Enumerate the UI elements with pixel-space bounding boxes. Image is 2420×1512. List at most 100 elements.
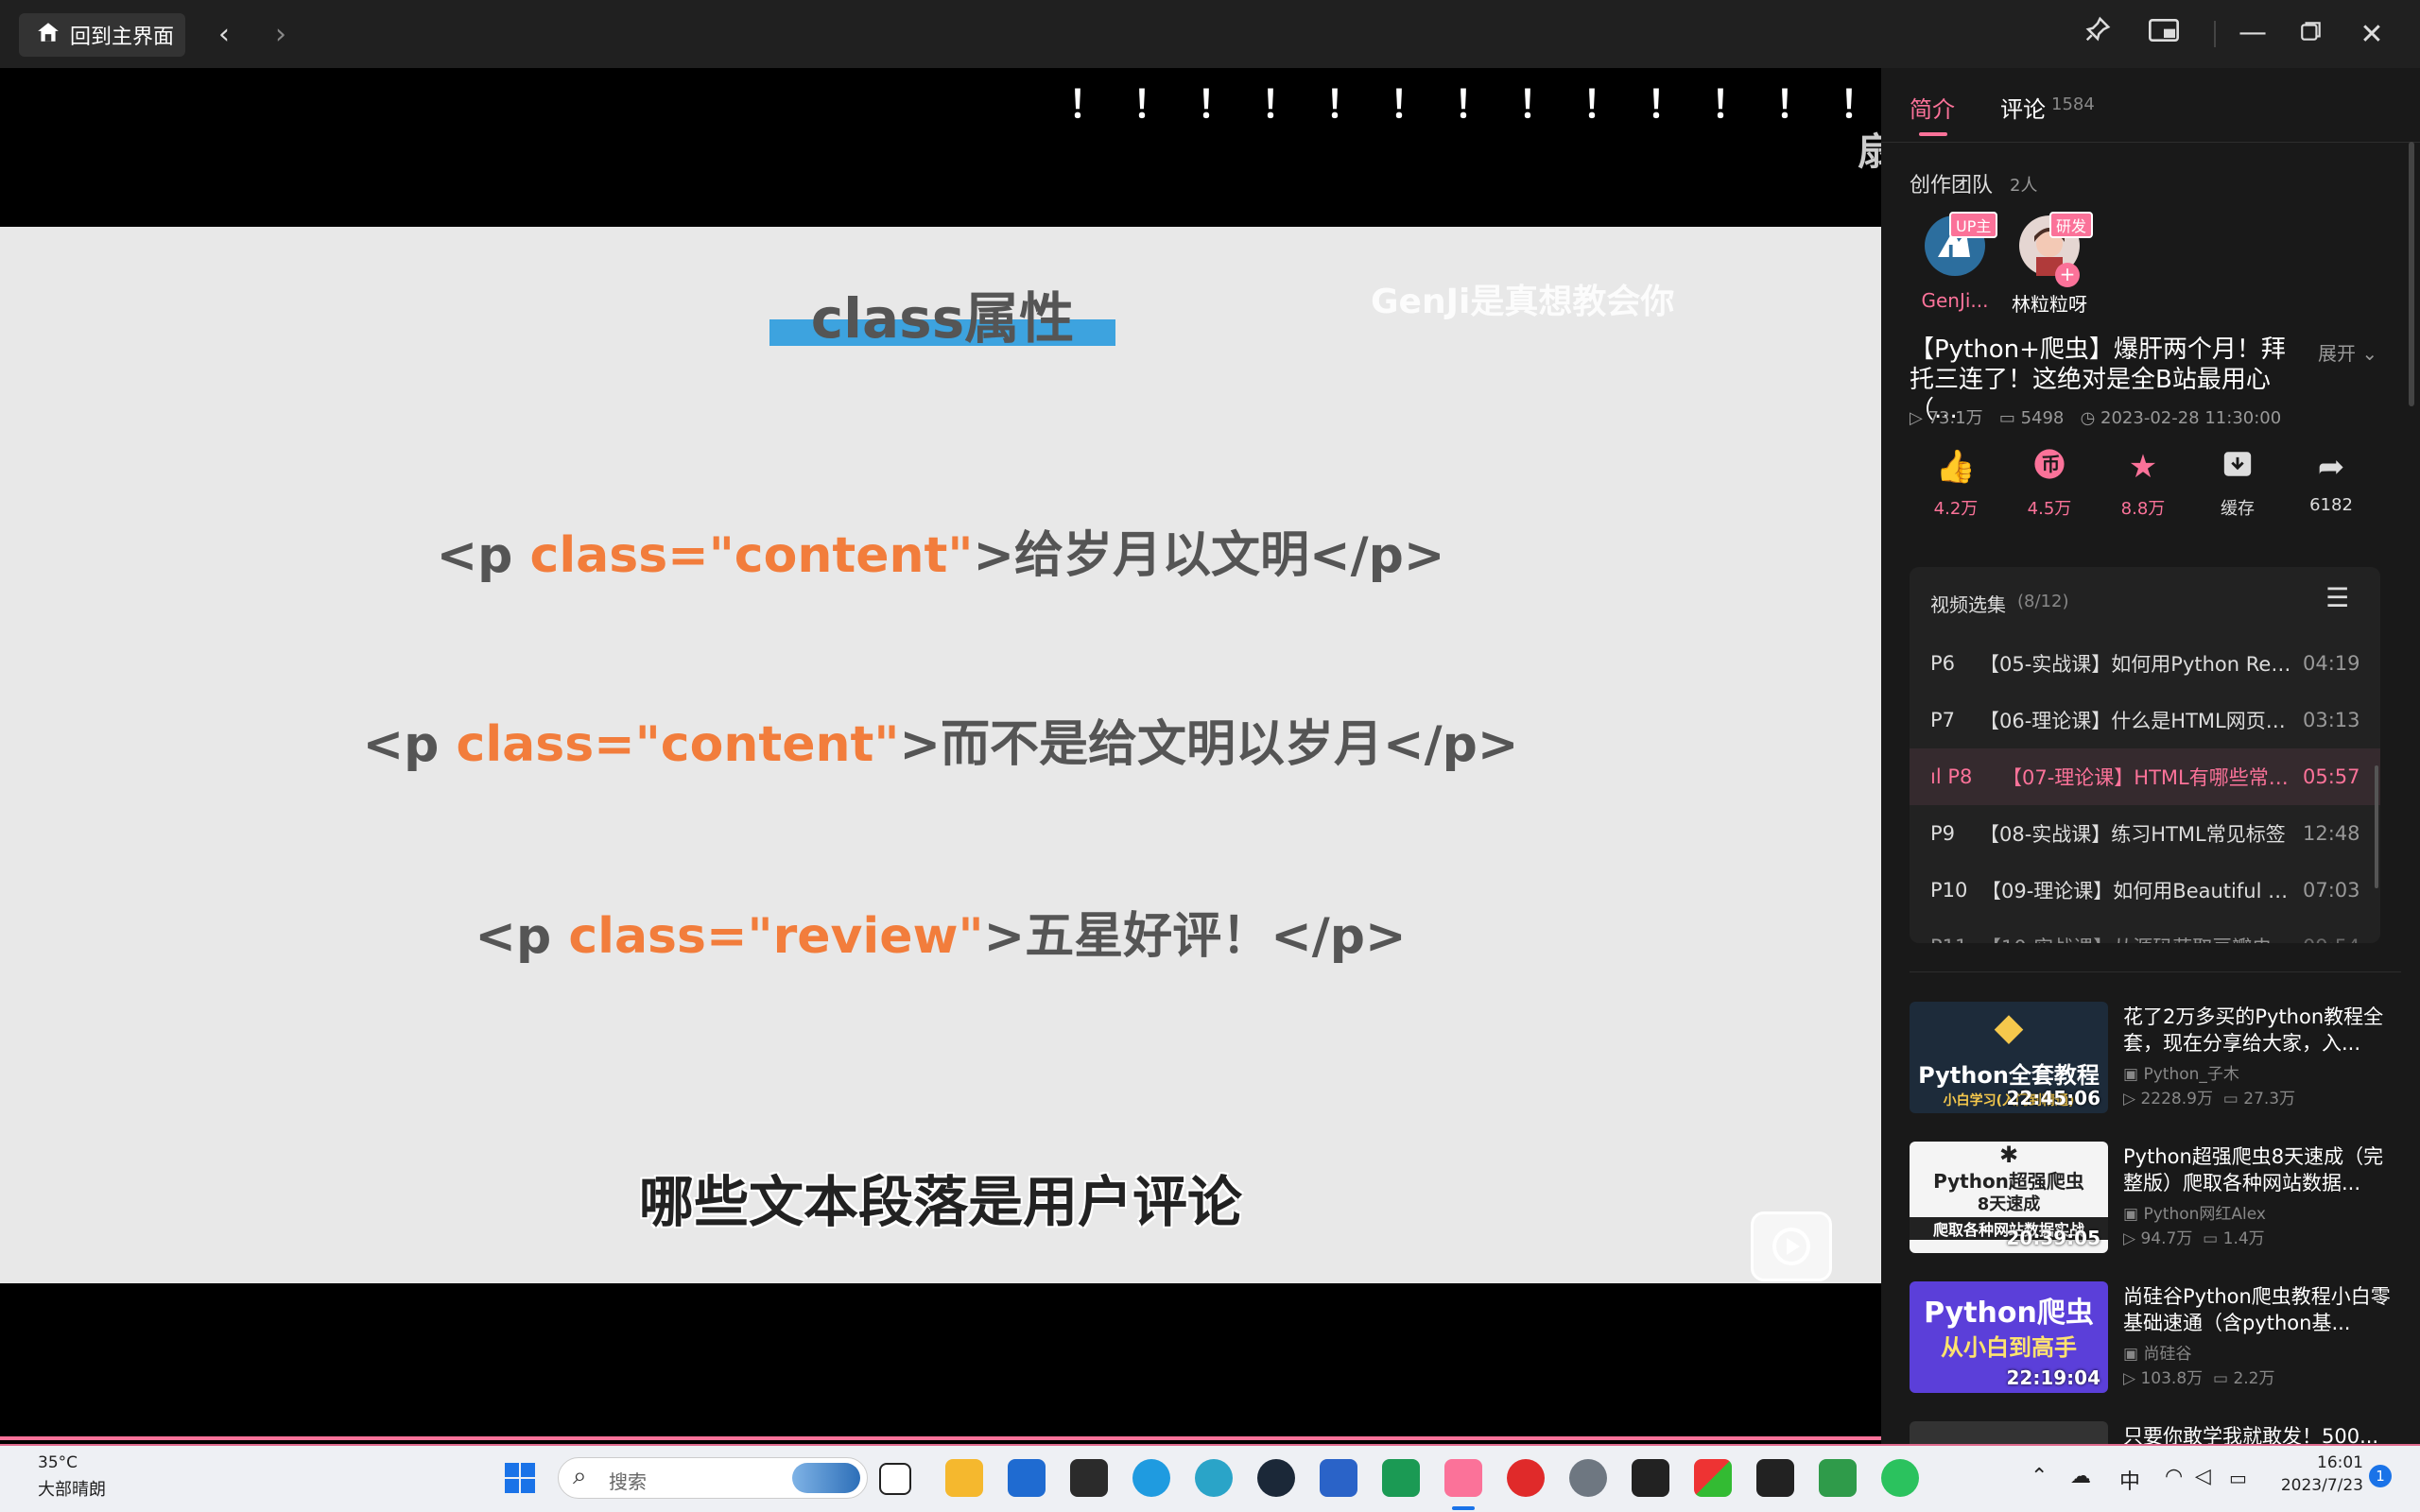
settings-icon[interactable]: [1569, 1459, 1607, 1497]
edge-dev-icon[interactable]: [1195, 1459, 1233, 1497]
video-duration: 22:45:06: [2006, 1087, 2101, 1109]
expand-button[interactable]: 展开 ⌄: [2318, 338, 2377, 366]
wechat-icon[interactable]: [1881, 1459, 1919, 1497]
python-logo-icon: ◆: [1994, 1005, 2024, 1049]
home-button[interactable]: 回到主界面: [19, 13, 185, 57]
tab-active-indicator: [1919, 132, 1947, 136]
list-item[interactable]: P9 【08-实战课】练习HTML常见标签 12:48: [1910, 805, 2380, 862]
playlist: 视频选集 (8/12) ☰ P6 【05-实战课】如何用Python Requ.…: [1910, 567, 2380, 943]
list-icon[interactable]: ☰: [2325, 582, 2349, 613]
video-thumbnail[interactable]: [1910, 1421, 2108, 1444]
video-title[interactable]: 只要你敢学我就敢发！500...: [2123, 1421, 2378, 1444]
video-progress-bar[interactable]: [0, 1436, 1881, 1440]
code-attribute: class="review": [568, 908, 984, 965]
share-button[interactable]: ➦ 6182: [2289, 448, 2374, 515]
thumb-title: Python超强爬虫: [1933, 1170, 2084, 1193]
video-stats: ▷ 2228.9万 ▭ 27.3万: [2123, 1090, 2296, 1108]
ime-indicator[interactable]: 中: [2119, 1465, 2140, 1495]
list-item-active[interactable]: ıl P8 【07-理论课】HTML有哪些常见... 05:57: [1910, 748, 2380, 805]
play-count-icon: ▷: [1910, 408, 1923, 428]
episode-code: P10: [1930, 879, 1968, 902]
play-icon[interactable]: [1751, 1211, 1832, 1281]
danmaku-icon: ▭: [2222, 1090, 2238, 1108]
chevron-down-icon: ⌄: [2361, 342, 2378, 365]
app-icon[interactable]: [1070, 1459, 1108, 1497]
file-explorer-icon[interactable]: [945, 1459, 983, 1497]
code-attribute: class="content": [456, 716, 900, 773]
epic-games-icon[interactable]: [1632, 1459, 1669, 1497]
author-name: ▣ 尚硅谷: [2123, 1345, 2192, 1364]
start-icon[interactable]: [501, 1459, 539, 1497]
like-button[interactable]: 👍 4.2万: [1913, 448, 1998, 520]
share-icon: ➦: [2317, 448, 2345, 486]
restore-icon[interactable]: [2288, 11, 2335, 59]
panel-scrollbar[interactable]: [2409, 142, 2414, 406]
tab-comments[interactable]: 评论: [2000, 91, 2046, 124]
onedrive-icon[interactable]: ☁: [2070, 1465, 2091, 1488]
danmaku-icon: ▭: [2203, 1229, 2219, 1248]
clion-icon[interactable]: [1382, 1459, 1420, 1497]
forward-icon[interactable]: ›: [257, 11, 304, 59]
recommended-video[interactable]: Python爬虫 从小白到高手 22:19:04 尚硅谷Python爬虫教程小白…: [1910, 1281, 2401, 1395]
download-label: 缓存: [2221, 499, 2255, 519]
panel-divider: [1881, 142, 2420, 143]
picture-in-picture-icon[interactable]: [2140, 11, 2187, 59]
member-name[interactable]: 林粒粒呀: [1997, 289, 2101, 317]
clock-time[interactable]: 16:01: [2269, 1453, 2363, 1472]
weather-temp[interactable]: 35°C: [38, 1453, 78, 1472]
favorite-button[interactable]: ★ 8.8万: [2100, 448, 2186, 520]
netease-music-icon[interactable]: [1507, 1459, 1545, 1497]
active-app-indicator: [1452, 1506, 1475, 1510]
wifi-icon[interactable]: ◠: [2165, 1465, 2183, 1488]
episode-title: 【10-实战课】从源码获取豆瓣电...: [1981, 933, 2295, 943]
battery-icon[interactable]: ▭: [2229, 1467, 2247, 1489]
pycharm-icon[interactable]: [1819, 1459, 1857, 1497]
list-item[interactable]: P6 【05-实战课】如何用Python Requ... 04:19: [1910, 635, 2380, 692]
app-icon[interactable]: [1694, 1459, 1732, 1497]
video-stats: ▷ 103.8万 ▭ 2.2万: [2123, 1369, 2275, 1388]
up-icon: ▣: [2123, 1205, 2139, 1224]
follow-icon[interactable]: +: [2055, 263, 2080, 287]
weather-desc[interactable]: 大部晴朗: [38, 1476, 106, 1501]
title-bar: [0, 0, 2420, 68]
task-view-icon[interactable]: [879, 1463, 911, 1495]
favorite-icon: ★: [2128, 448, 2158, 486]
recommended-video[interactable]: ◆ Python全套教程 小白学习(入门到精通) 22:45:06 花了2万多买…: [1910, 1002, 2401, 1115]
coin-button[interactable]: 币 4.5万: [2007, 448, 2092, 520]
recommended-video[interactable]: ✱ Python超强爬虫 8天速成 爬取各种网站数据实战 20:39:05 Py…: [1910, 1142, 2401, 1255]
episode-duration: 05:57: [2303, 765, 2360, 788]
clock-date[interactable]: 2023/7/23: [2269, 1476, 2363, 1495]
app-icon[interactable]: [1320, 1459, 1357, 1497]
code-text: >而不是给文明以岁月</p>: [899, 716, 1519, 773]
search-highlight-image: [792, 1463, 860, 1493]
share-count: 6182: [2309, 495, 2353, 515]
tab-intro[interactable]: 简介: [1910, 91, 1955, 124]
bilibili-icon[interactable]: [1444, 1459, 1482, 1497]
episode-duration: 03:13: [2303, 709, 2360, 731]
list-item[interactable]: P11 【10-实战课】从源码获取豆瓣电... 09:54: [1910, 919, 2380, 943]
comments-count: 1584: [2051, 94, 2095, 114]
list-item[interactable]: P7 【06-理论课】什么是HTML网页结... 03:13: [1910, 692, 2380, 748]
download-button[interactable]: 缓存: [2195, 448, 2280, 520]
minimize-icon[interactable]: —: [2229, 9, 2276, 57]
video-stats: ▷ 94.7万 ▭ 1.4万: [2123, 1229, 2265, 1248]
edge-icon[interactable]: [1132, 1459, 1170, 1497]
member-name[interactable]: GenJi...: [1903, 289, 2007, 312]
list-item[interactable]: P10 【09-理论课】如何用Beautiful So... 07:03: [1910, 862, 2380, 919]
app-icon[interactable]: [1756, 1459, 1794, 1497]
close-icon[interactable]: ✕: [2348, 11, 2395, 59]
episode-title: 【06-理论课】什么是HTML网页结...: [1979, 710, 2295, 732]
store-icon[interactable]: [1008, 1459, 1046, 1497]
pin-icon[interactable]: [2074, 11, 2121, 59]
team-count: 2人: [2010, 176, 2038, 196]
playlist-scrollbar[interactable]: [2375, 765, 2378, 888]
notification-badge[interactable]: 1: [2369, 1465, 2392, 1487]
playing-icon: ıl: [1930, 765, 1948, 788]
danmaku-icon: ▭: [1998, 408, 2015, 428]
back-icon[interactable]: ‹: [200, 11, 248, 59]
steam-icon[interactable]: [1257, 1459, 1295, 1497]
chevron-up-icon[interactable]: ⌃: [2031, 1465, 2048, 1488]
volume-icon[interactable]: ◁: [2195, 1465, 2211, 1488]
svg-text:J: J: [1945, 241, 1954, 264]
video-watermark: GenJi是真想教会你: [1371, 283, 1675, 321]
